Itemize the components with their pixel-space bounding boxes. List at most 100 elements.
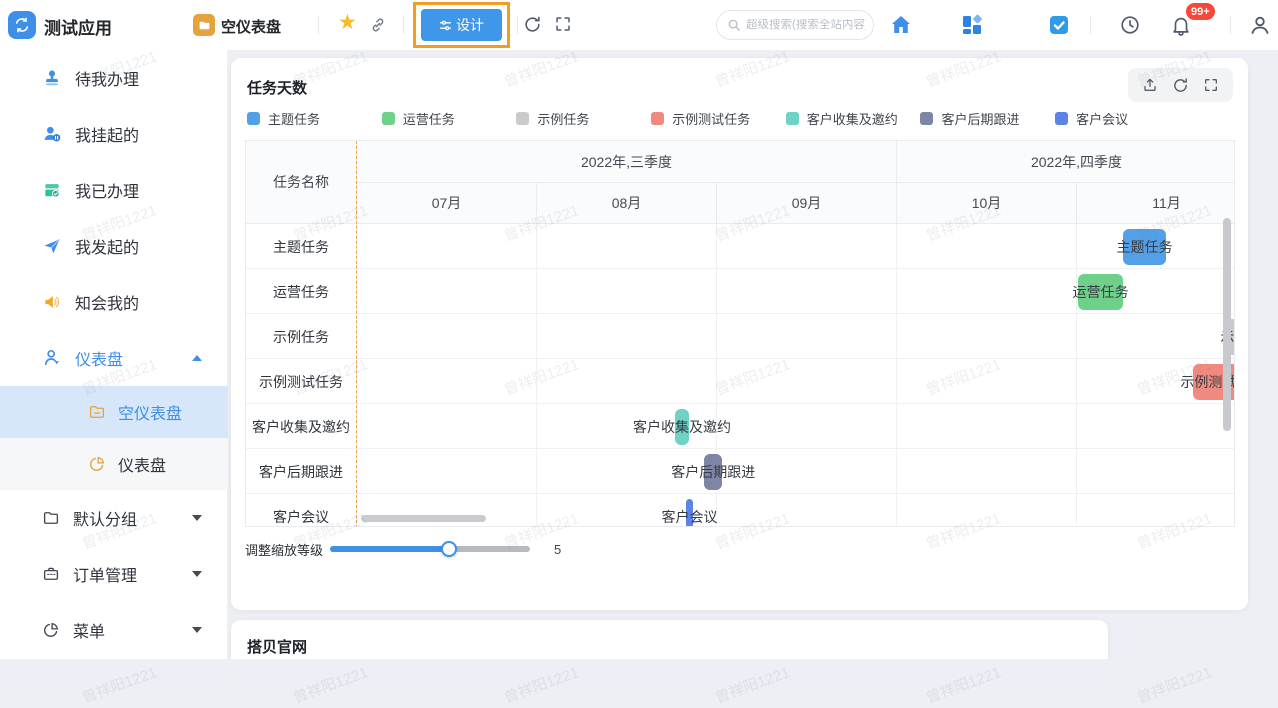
watermark: 曾祥阳1221 [501,661,582,708]
card-title: 搭贝官网 [247,636,307,657]
sidebar-item-dashboard[interactable]: 仪表盘 [0,330,228,386]
watermark: 曾祥阳1221 [712,661,793,708]
sidebar-group-orders[interactable]: 订单管理 [0,546,228,602]
legend-label: 客户收集及邀约 [807,109,898,128]
design-button-highlight: 设计 [413,2,510,48]
divider [318,16,319,34]
zoom-slider-handle[interactable] [441,541,457,557]
gantt-row-label: 运营任务 [246,269,356,314]
gantt-column-line [1076,224,1077,527]
gantt-column-line [896,224,897,527]
legend: 主题任务运营任务 示例任务 示例测试任务 客户收集及邀约 客户后期跟进 客户会议 [247,108,1190,128]
avatar-icon[interactable] [1248,13,1272,37]
gantt-bar-label: 客户收集及邀约 [633,417,731,437]
todo-icon[interactable] [1047,13,1071,37]
app-title: 测试应用 [44,14,112,39]
export-icon[interactable] [1142,77,1158,93]
quarter-header: 2022年,四季度 [896,141,1235,183]
refresh-icon[interactable] [1172,77,1189,94]
gantt-bar-label: 主题任务 [1116,237,1172,257]
sidebar-item-suspended[interactable]: 我挂起的 [0,106,228,162]
sidebar-group-label: 默认分组 [73,506,137,530]
chevron-down-icon [192,571,202,577]
legend-item[interactable]: 运营任务 [382,108,517,128]
sidebar-item-initiated[interactable]: 我发起的 [0,218,228,274]
pie-outline-icon [42,621,60,639]
month-header: 09月 [716,183,896,224]
page-folder-icon [193,14,215,36]
sidebar-item-cc[interactable]: 知会我的 [0,274,228,330]
legend-swatch [247,112,260,125]
sidebar-group-menu[interactable]: 菜单 [0,602,228,658]
main-content: 任务天数 主题任务运营任务示例任务示例测试任务客户收集及邀约客户后期跟进客户会议… [228,50,1278,659]
dabei-site-card: 搭贝官网 [231,620,1108,659]
sidebar-subitem-dashboard[interactable]: 仪表盘 [0,438,228,490]
sync-icon [14,17,30,33]
design-button-label: 设计 [456,15,484,35]
gantt-chart: 任务名称2022年,三季度07月08月09月2022年,四季度10月11月主题任… [245,140,1235,527]
legend-item[interactable]: 示例任务 [516,108,651,128]
sidebar-item-label: 我已办理 [75,178,139,202]
legend-item[interactable]: 示例测试任务 [651,108,786,128]
clock-in-icon[interactable] [1119,14,1141,36]
zoom-slider-fill [330,546,449,552]
quarter-header: 2022年,三季度 [356,141,896,183]
sidebar-item-todo[interactable]: 待我办理 [0,50,228,106]
zoom-value: 5 [554,542,561,557]
briefcase-icon [42,565,60,583]
search-box[interactable] [716,10,874,40]
sidebar-item-label: 仪表盘 [75,346,123,370]
sidebar-group-label: 菜单 [73,618,105,642]
card-title: 任务天数 [247,77,307,98]
divider [1090,16,1091,34]
link-icon[interactable] [369,16,387,34]
speaker-icon [42,292,62,312]
legend-item[interactable]: 客户会议 [1055,108,1190,128]
done-folder-icon [42,180,62,200]
star-icon[interactable]: ★ [338,12,357,33]
vertical-scrollbar[interactable] [1223,218,1231,431]
sidebar-item-label: 知会我的 [75,290,139,314]
zoom-label: 调整缩放等级 [245,540,330,559]
stamp-icon [42,68,62,88]
card-toolbar [1128,68,1233,102]
apps-icon[interactable] [960,13,984,37]
legend-label: 客户后期跟进 [941,109,1019,128]
month-header: 08月 [536,183,716,224]
app-logo[interactable] [8,11,36,39]
month-header: 07月 [356,183,536,224]
watermark: 曾祥阳1221 [290,661,371,708]
legend-label: 示例任务 [537,109,589,128]
month-header: 11月 [1076,183,1235,224]
gantt-row-label: 客户收集及邀约 [246,404,356,449]
task-days-card: 任务天数 主题任务运营任务示例任务示例测试任务客户收集及邀约客户后期跟进客户会议… [231,58,1248,610]
legend-item[interactable]: 客户收集及邀约 [786,108,921,128]
top-bar: 测试应用 空仪表盘 ★ 设计 [0,0,1278,50]
sidebar-group-default[interactable]: 默认分组 [0,490,228,546]
gantt-row-label: 客户会议 [246,494,356,527]
home-icon[interactable] [889,13,913,37]
zoom-slider-track[interactable] [330,546,530,552]
sidebar-subitem-empty-dashboard[interactable]: 空仪表盘 [0,386,228,438]
design-button[interactable]: 设计 [421,9,502,41]
gantt-row-label: 主题任务 [246,224,356,269]
gantt-bar-label: 客户会议 [662,507,718,527]
fullscreen-icon[interactable] [554,15,572,33]
user-share-icon [42,348,62,368]
legend-label: 示例测试任务 [672,109,750,128]
sidebar-subitem-label: 仪表盘 [118,452,166,476]
sidebar-subitem-label: 空仪表盘 [118,400,182,424]
pie-icon [88,455,106,473]
sidebar-group-label: 订单管理 [73,562,137,586]
search-input[interactable] [746,19,866,31]
fullscreen-icon[interactable] [1203,77,1219,93]
horizontal-scrollbar[interactable] [361,515,486,522]
chevron-up-icon [192,355,202,361]
legend-item[interactable]: 主题任务 [247,108,382,128]
sidebar-item-done[interactable]: 我已办理 [0,162,228,218]
folder-outline-icon [42,509,60,527]
refresh-icon[interactable] [523,15,542,34]
legend-item[interactable]: 客户后期跟进 [920,108,1055,128]
sidebar-item-label: 我挂起的 [75,122,139,146]
divider [517,16,518,34]
